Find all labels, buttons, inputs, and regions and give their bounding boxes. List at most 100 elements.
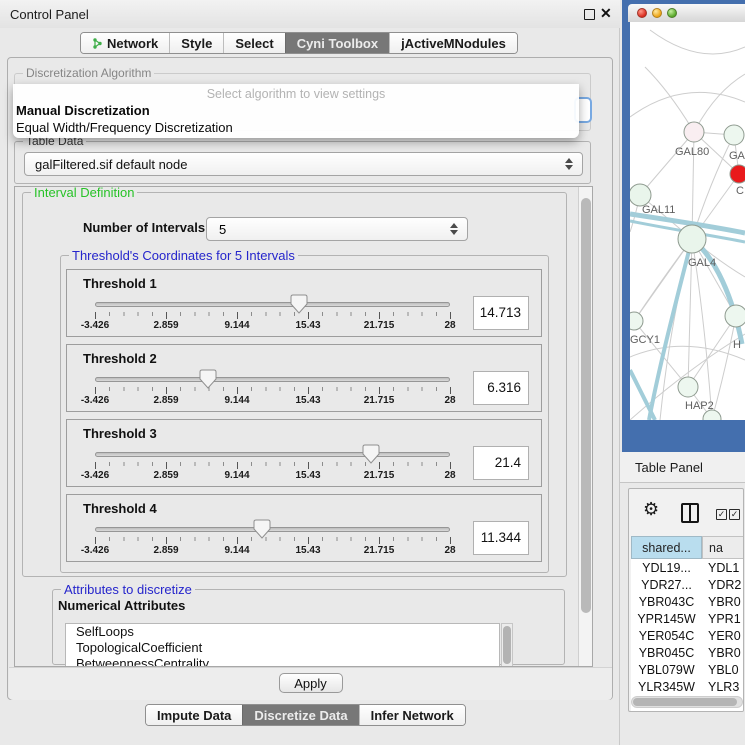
- table-horizontal-scrollbar[interactable]: [631, 696, 743, 708]
- network-edge: [645, 67, 694, 132]
- slider-track[interactable]: [95, 302, 450, 307]
- tab-select[interactable]: Select: [223, 33, 284, 53]
- tab-infer-network[interactable]: Infer Network: [359, 705, 465, 725]
- table-cell: YBR0: [702, 644, 744, 661]
- spinner-stepper-icon: [450, 218, 458, 240]
- network-node-ga[interactable]: [724, 125, 744, 145]
- threshold-panel-2: Threshold 2-3.4262.8599.14415.4321.71528…: [66, 344, 542, 412]
- network-edge: [630, 346, 745, 360]
- slider-tick-label: 28: [444, 320, 455, 331]
- apply-bar: Apply: [9, 667, 612, 700]
- list-item-selfloops[interactable]: SelfLoops: [66, 624, 499, 640]
- table-cell: YLR3: [702, 678, 744, 695]
- network-tab-icon: [92, 37, 103, 50]
- threshold-label: Threshold 1: [83, 276, 157, 291]
- threshold-value-field[interactable]: 6.316: [473, 371, 529, 405]
- dropdown-item-equal-width-frequency-discretization[interactable]: Equal Width/Frequency Discretization: [16, 120, 233, 135]
- slider-tick-label: 21.715: [364, 395, 395, 406]
- tab-label: Discretize Data: [254, 708, 347, 723]
- control-panel-window: Control Panel ✕ Network StyleSelectCyni T…: [0, 0, 620, 745]
- cyni-toolbox-panel: Discretization Algorithm Select algorith…: [7, 57, 613, 700]
- threshold-label: Threshold 4: [83, 501, 157, 516]
- zoom-traffic-light-icon[interactable]: [667, 8, 677, 18]
- network-edge: [694, 74, 745, 132]
- slider-thumb[interactable]: [290, 294, 308, 314]
- tab-jactivemnodules[interactable]: jActiveMNodules: [389, 33, 517, 53]
- dropdown-item-manual-discretization[interactable]: Manual Discretization: [16, 103, 150, 118]
- attributes-list-scrollbar[interactable]: [501, 623, 513, 667]
- column-header-na[interactable]: na: [702, 536, 744, 559]
- table-row[interactable]: YBR043CYBR0: [631, 593, 744, 610]
- control-panel-tabs: Network StyleSelectCyni ToolboxjActiveMNo…: [80, 32, 518, 54]
- network-node-gcy1[interactable]: [630, 312, 643, 330]
- slider-track[interactable]: [95, 377, 450, 382]
- table-cell: YPR1: [702, 610, 744, 627]
- threshold-value-field[interactable]: 14.713: [473, 296, 529, 330]
- network-edge: [630, 92, 745, 117]
- network-node-label: C: [736, 185, 744, 197]
- network-node-gal11[interactable]: [630, 184, 651, 206]
- table-row[interactable]: YBR045CYBR0: [631, 644, 744, 661]
- table-cell: YBR043C: [631, 593, 702, 610]
- network-node-hap2[interactable]: [678, 377, 698, 397]
- network-node-h[interactable]: [725, 305, 745, 327]
- float-window-icon[interactable]: [584, 9, 595, 20]
- tab-label: Network: [107, 36, 158, 51]
- control-panel-titlebar: Control Panel ✕: [0, 0, 620, 28]
- number-of-intervals-value: 5: [219, 222, 226, 237]
- split-columns-icon[interactable]: [681, 503, 699, 523]
- close-traffic-light-icon[interactable]: [637, 8, 647, 18]
- close-icon[interactable]: ✕: [600, 5, 612, 22]
- numerical-attributes-label: Numerical Attributes: [58, 598, 185, 613]
- table-row[interactable]: YLR345WYLR3: [631, 678, 744, 695]
- table-row[interactable]: YER054CYER0: [631, 627, 744, 644]
- tab-network[interactable]: Network: [81, 33, 169, 53]
- table-row[interactable]: YDR27...YDR2: [631, 576, 744, 593]
- threshold-coordinates-group: Threshold's Coordinates for 5 Intervals …: [60, 255, 549, 573]
- tab-label: Infer Network: [371, 708, 454, 723]
- table-cell: YER0: [702, 627, 744, 644]
- slider-tick-label: 21.715: [364, 545, 395, 556]
- apply-button[interactable]: Apply: [279, 673, 343, 693]
- slider-tick-label: -3.426: [81, 320, 109, 331]
- slider-thumb[interactable]: [362, 444, 380, 464]
- slider-tick-label: 28: [444, 545, 455, 556]
- network-node-c[interactable]: [730, 165, 745, 183]
- slider-tick-label: 9.144: [224, 320, 249, 331]
- table-data-combobox[interactable]: galFiltered.sif default node: [24, 152, 583, 176]
- tab-discretize-data[interactable]: Discretize Data: [242, 705, 358, 725]
- tab-style[interactable]: Style: [169, 33, 223, 53]
- checkbox-icon[interactable]: ✓: [716, 509, 727, 520]
- slider-track[interactable]: [95, 527, 450, 532]
- network-node-gal80[interactable]: [684, 122, 704, 142]
- list-item-topologicalcoefficient[interactable]: TopologicalCoefficient: [66, 640, 499, 656]
- combobox-stepper-icon: [565, 153, 573, 175]
- network-node-gal4[interactable]: [678, 225, 706, 253]
- number-of-intervals-label: Number of Intervals: [83, 220, 205, 235]
- table-row[interactable]: YPR145WYPR1: [631, 610, 744, 627]
- slider-thumb[interactable]: [253, 519, 271, 539]
- table-panel-titlebar: Table Panel: [620, 452, 745, 483]
- column-header-shared[interactable]: shared...: [631, 536, 702, 559]
- slider-tick-label: 2.859: [153, 395, 178, 406]
- tab-cyni-toolbox[interactable]: Cyni Toolbox: [285, 33, 389, 53]
- threshold-value-field[interactable]: 21.4: [473, 446, 529, 480]
- table-row[interactable]: YDL19...YDL1: [631, 559, 744, 576]
- list-item-betweennesscentrality[interactable]: BetweennessCentrality: [66, 656, 499, 667]
- table-cell: YDR27...: [631, 576, 702, 593]
- slider-tick-label: 2.859: [153, 320, 178, 331]
- number-of-intervals-spinner[interactable]: 5: [206, 217, 468, 241]
- network-canvas[interactable]: GAL80GACGAL11GAL4GCY1HHAP2: [630, 22, 745, 420]
- threshold-value-field[interactable]: 11.344: [473, 521, 529, 555]
- threshold-label: Threshold 3: [83, 426, 157, 441]
- threshold-coordinates-title: Threshold's Coordinates for 5 Intervals: [69, 248, 298, 263]
- minimize-traffic-light-icon[interactable]: [652, 8, 662, 18]
- panel-vertical-scrollbar[interactable]: [578, 187, 593, 666]
- checkbox-icon[interactable]: ✓: [729, 509, 740, 520]
- slider-thumb[interactable]: [199, 369, 217, 389]
- gear-icon[interactable]: ⚙: [643, 499, 659, 520]
- control-panel-title: Control Panel: [10, 7, 89, 22]
- slider-track[interactable]: [95, 452, 450, 457]
- table-row[interactable]: YBL079WYBL0: [631, 661, 744, 678]
- tab-impute-data[interactable]: Impute Data: [146, 705, 242, 725]
